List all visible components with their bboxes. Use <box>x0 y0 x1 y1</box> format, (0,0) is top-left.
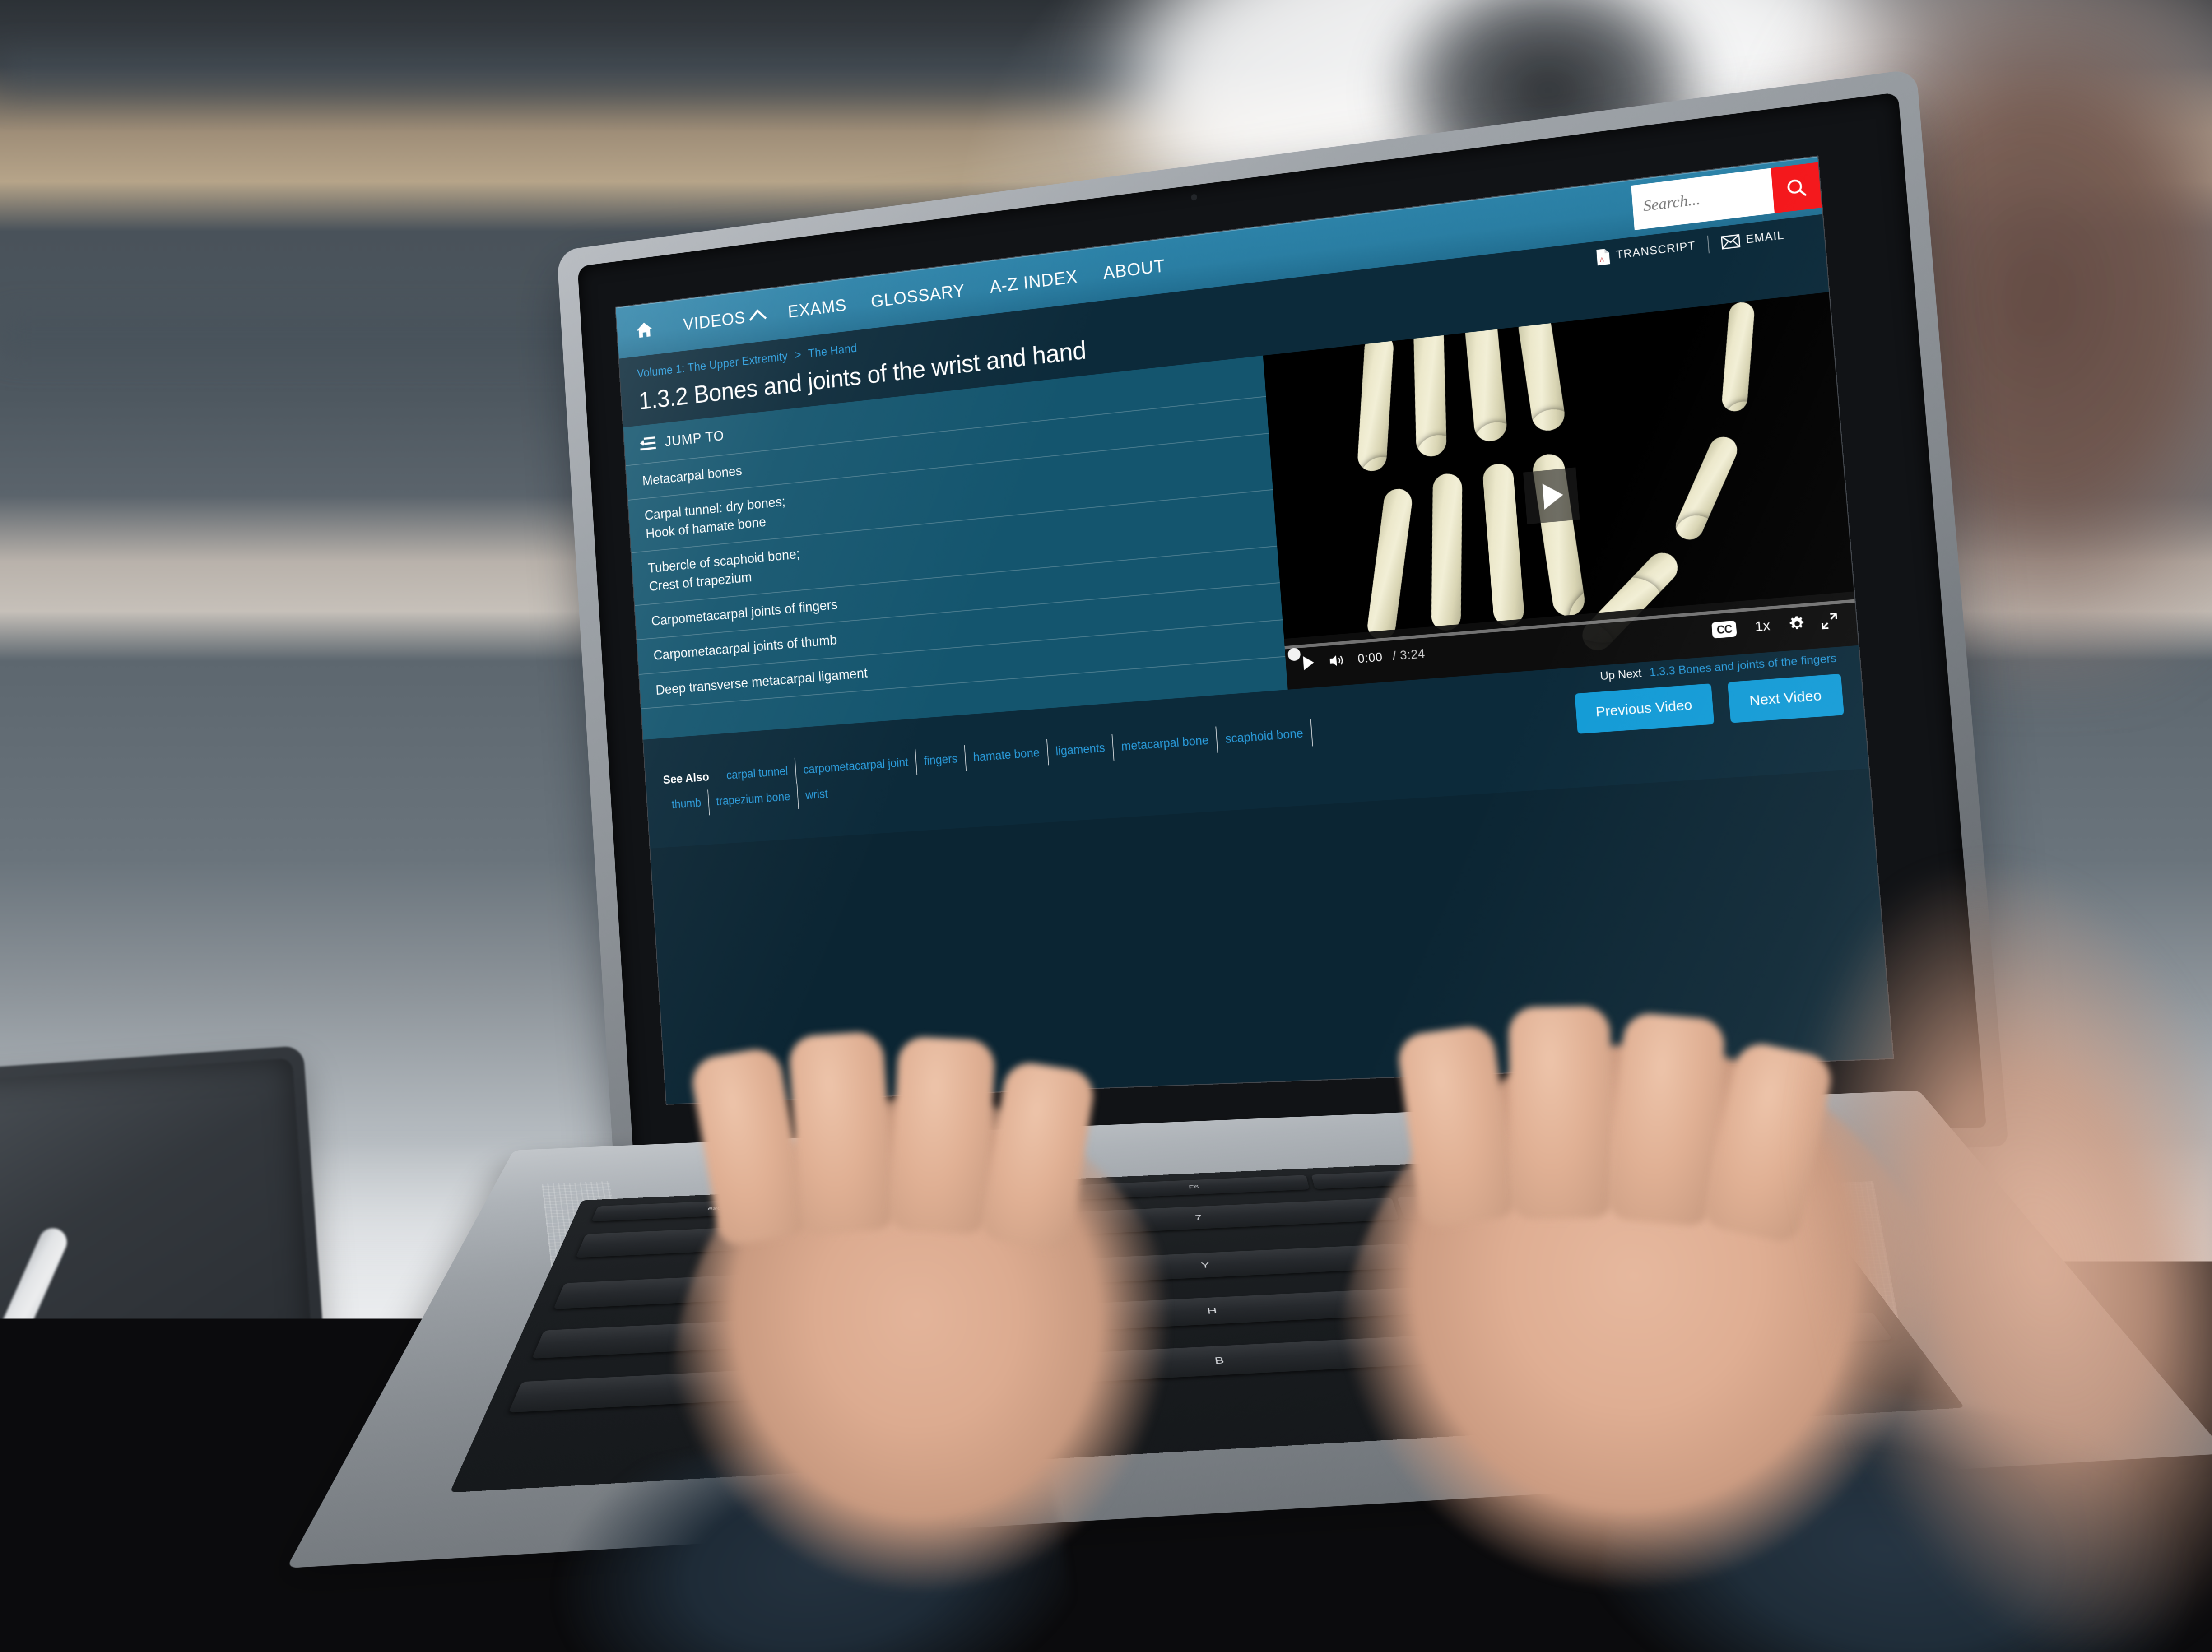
next-video-button[interactable]: Next Video <box>1728 674 1845 723</box>
see-also-tag[interactable]: thumb <box>664 790 710 818</box>
see-also-tag[interactable]: ligaments <box>1047 734 1114 766</box>
webcam-icon <box>1191 194 1197 200</box>
bone-segment <box>1431 473 1462 631</box>
finger <box>1508 1006 1613 1220</box>
controls-spacer <box>1425 631 1705 654</box>
search-icon <box>1784 176 1808 200</box>
list-indent-icon <box>640 436 656 452</box>
transcript-button[interactable]: A TRANSCRIPT <box>1583 236 1709 268</box>
up-next-label: Up Next <box>1600 667 1647 683</box>
bone-segment <box>1482 462 1525 627</box>
search-button[interactable] <box>1771 162 1822 213</box>
play-icon <box>1302 654 1315 671</box>
finger <box>788 1030 896 1235</box>
captions-button[interactable]: CC <box>1704 620 1745 639</box>
search-input[interactable] <box>1631 168 1775 230</box>
fullscreen-button[interactable] <box>1813 612 1846 630</box>
see-also-tag[interactable]: scaphoid bone <box>1217 719 1313 753</box>
breadcrumb-separator: > <box>790 348 806 362</box>
playback-rate-button[interactable]: 1x <box>1744 617 1782 636</box>
see-also-tag[interactable]: hamate bone <box>965 739 1049 771</box>
settings-button[interactable] <box>1780 614 1814 633</box>
fullscreen-icon <box>1821 613 1838 630</box>
see-also-section: See Also carpal tunnel carpometacarpal j… <box>662 719 1318 818</box>
bone-segment <box>1721 302 1755 412</box>
pdf-icon: A <box>1595 248 1611 266</box>
bone-segment <box>1357 334 1394 472</box>
volume-icon <box>1329 653 1345 668</box>
breadcrumb-section[interactable]: The Hand <box>808 341 857 360</box>
see-also-tag[interactable]: metacarpal bone <box>1113 726 1218 761</box>
nav-item-az-index[interactable]: A-Z INDEX <box>977 265 1091 298</box>
see-also-tag[interactable]: fingers <box>915 745 967 775</box>
previous-video-button[interactable]: Previous Video <box>1574 683 1714 734</box>
video-player[interactable]: 0:00 / 3:24 CC 1x <box>1263 292 1859 690</box>
photo-scene: VIDEOS EXAMS GLOSSARY A-Z INDEX ABOUT Se… <box>0 0 2212 1652</box>
video-duration: / 3:24 <box>1386 646 1426 663</box>
home-icon[interactable] <box>634 319 655 341</box>
laptop-screen: VIDEOS EXAMS GLOSSARY A-Z INDEX ABOUT Se… <box>616 157 1893 1104</box>
nav-item-exams[interactable]: EXAMS <box>776 294 860 323</box>
nav-label-videos: VIDEOS <box>683 308 746 334</box>
video-navigation-buttons: Previous Video Next Video <box>1574 674 1844 734</box>
nav-item-glossary[interactable]: GLOSSARY <box>858 279 978 313</box>
nav-item-about[interactable]: ABOUT <box>1090 254 1179 285</box>
finger <box>889 1036 996 1235</box>
video-time: 0:00 / 3:24 <box>1351 646 1426 667</box>
play-button[interactable] <box>1295 654 1322 672</box>
play-overlay-button[interactable] <box>1523 467 1580 524</box>
video-current-time: 0:00 <box>1357 650 1383 666</box>
email-label: EMAIL <box>1745 229 1784 246</box>
laptop: VIDEOS EXAMS GLOSSARY A-Z INDEX ABOUT Se… <box>0 0 2212 1652</box>
play-triangle-icon <box>1543 482 1564 510</box>
see-also-label: See Also <box>662 763 720 793</box>
svg-text:A: A <box>1600 256 1605 263</box>
see-also-tag[interactable]: wrist <box>797 781 836 809</box>
nav-item-videos[interactable]: VIDEOS <box>671 304 776 336</box>
cc-icon: CC <box>1711 621 1737 639</box>
transcript-label: TRANSCRIPT <box>1616 239 1696 262</box>
jump-to-label: JUMP TO <box>665 427 725 450</box>
web-page: VIDEOS EXAMS GLOSSARY A-Z INDEX ABOUT Se… <box>616 157 1893 1104</box>
gear-icon <box>1788 615 1806 632</box>
volume-button[interactable] <box>1321 653 1352 669</box>
see-also-tag[interactable]: carpometacarpal joint <box>795 749 917 784</box>
email-button[interactable]: EMAIL <box>1709 227 1798 251</box>
chevron-up-icon <box>749 309 767 328</box>
envelope-icon <box>1721 234 1741 250</box>
bone-segment <box>1366 487 1413 641</box>
